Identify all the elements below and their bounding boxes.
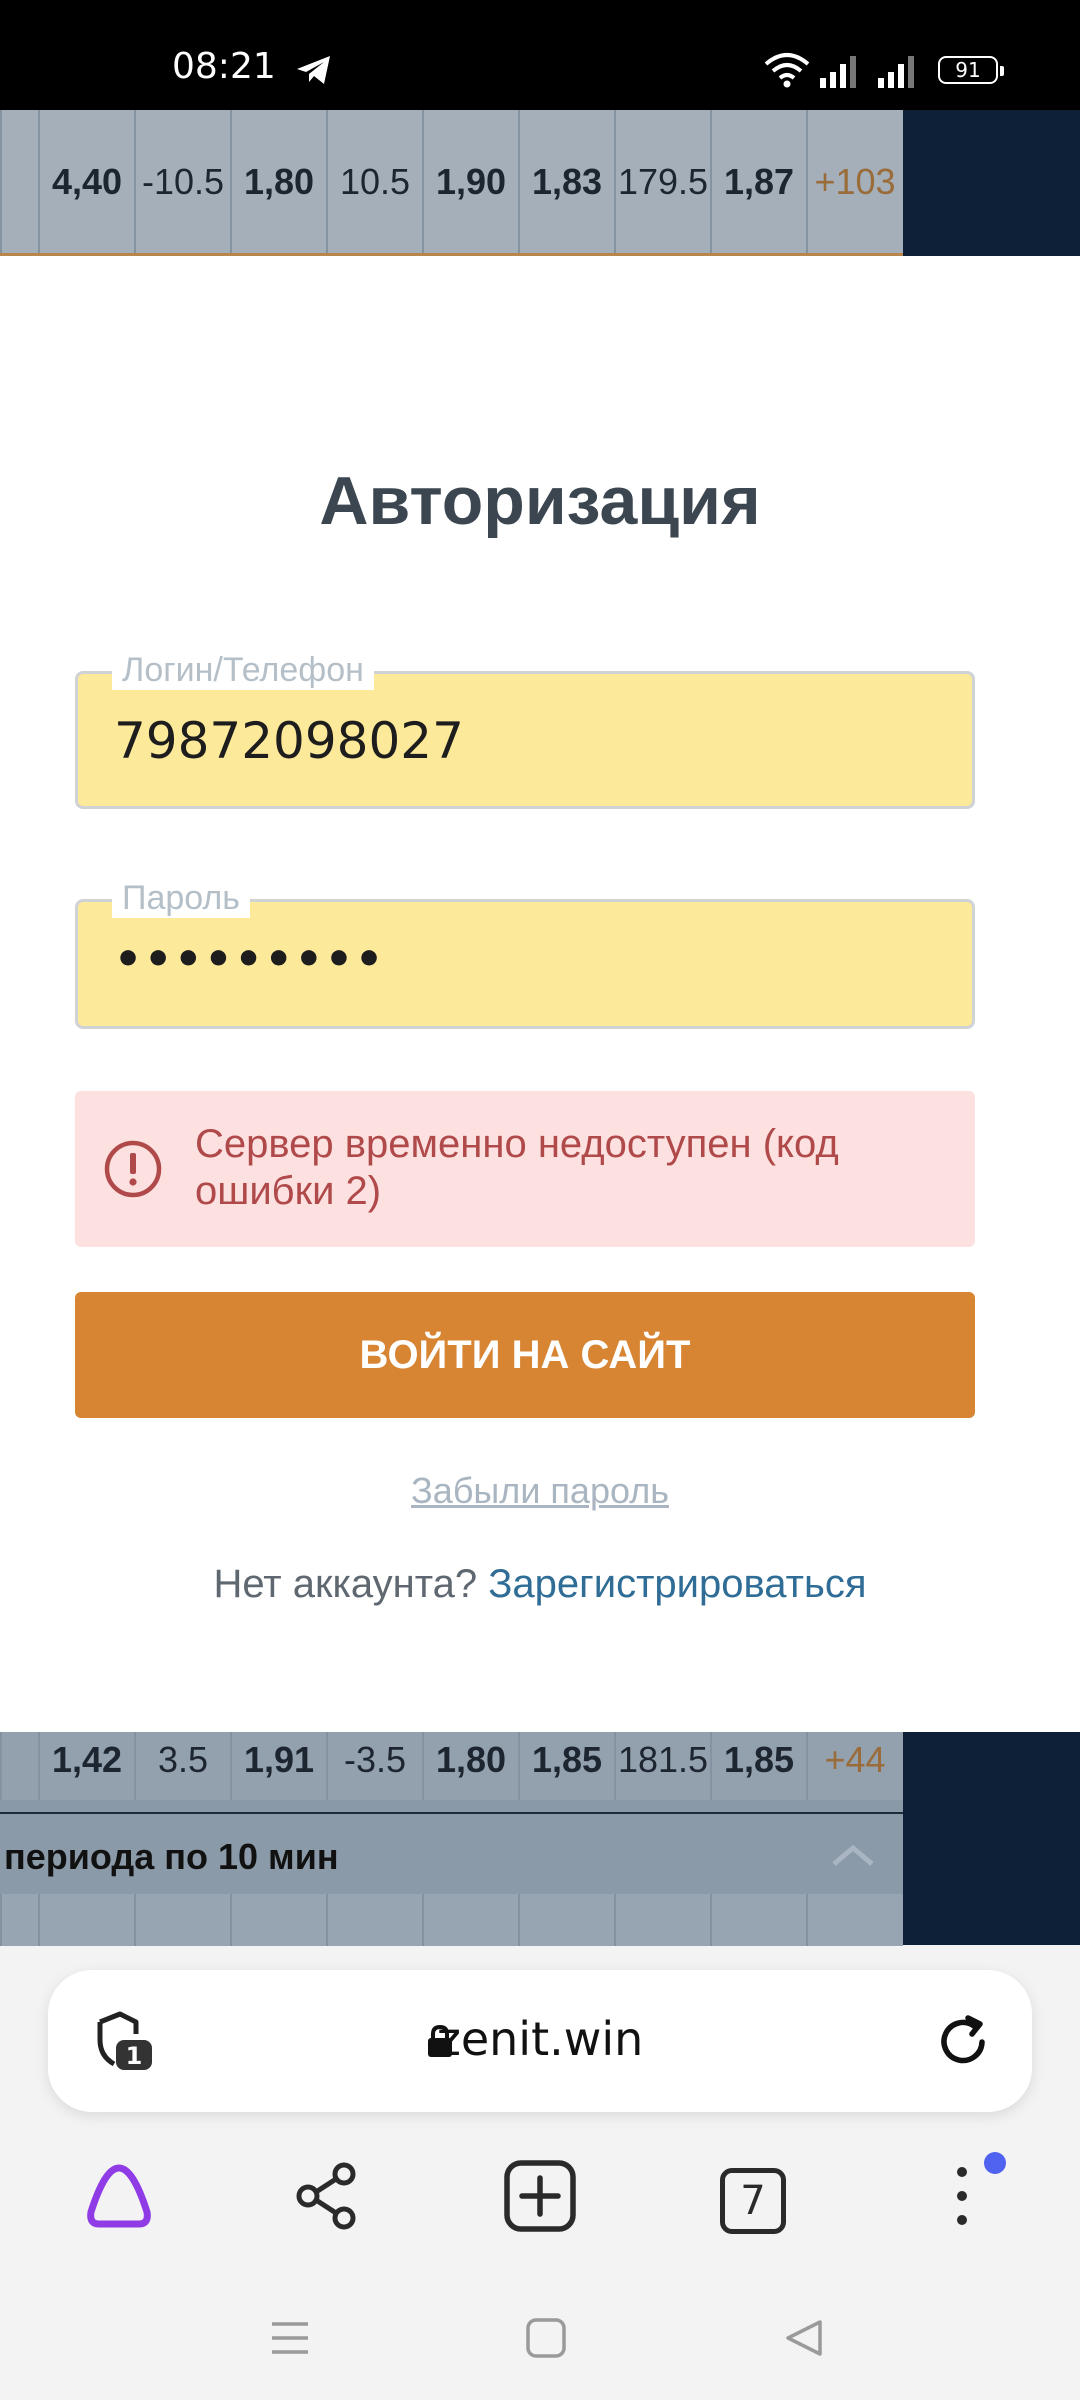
odds-cell[interactable]: 1,42 xyxy=(38,1720,134,1800)
login-field-value[interactable]: 79872098027 xyxy=(114,712,464,770)
recents-icon[interactable] xyxy=(268,2316,312,2360)
odds-cell xyxy=(38,1894,134,1946)
tabs-count-button[interactable]: 7 xyxy=(720,2168,786,2234)
chevron-up-icon[interactable] xyxy=(830,1840,876,1870)
forgot-password-link[interactable]: Забыли пароль xyxy=(411,1470,669,1511)
notification-dot xyxy=(984,2152,1006,2174)
odds-cell[interactable]: 1,90 xyxy=(422,110,518,253)
odds-cell: 179.5 xyxy=(614,110,710,253)
period-label: периода по 10 мин xyxy=(4,1836,339,1877)
share-icon[interactable] xyxy=(290,2158,366,2234)
battery-icon: 91 xyxy=(938,56,1004,84)
odds-cell xyxy=(326,1894,422,1946)
modal-title: Авторизация xyxy=(319,463,761,539)
status-bar: 08:21 91 xyxy=(0,0,1080,110)
password-field-label: Пароль xyxy=(112,878,250,918)
alice-assistant-icon[interactable] xyxy=(81,2158,157,2234)
reload-icon[interactable] xyxy=(934,2012,992,2070)
new-tab-icon[interactable] xyxy=(502,2158,578,2234)
signal-icon xyxy=(878,56,914,88)
status-time: 08:21 xyxy=(172,46,276,87)
odds-cell xyxy=(518,1894,614,1946)
odds-cell xyxy=(422,1894,518,1946)
odds-row-partial xyxy=(0,1894,903,1946)
odds-cell[interactable]: +103 xyxy=(806,110,902,253)
odds-cell xyxy=(134,1894,230,1946)
login-field[interactable]: Логин/Телефон 79872098027 xyxy=(75,650,975,809)
url-text[interactable]: zenit.win xyxy=(48,2012,1032,2066)
login-field-label: Логин/Телефон xyxy=(112,650,374,690)
odds-cell[interactable]: 1,91 xyxy=(230,1720,326,1800)
odds-row-top: 4,40 -10.5 1,80 10.5 1,90 1,83 179.5 1,8… xyxy=(0,110,903,256)
odds-cell: 10.5 xyxy=(326,110,422,253)
odds-cell xyxy=(614,1894,710,1946)
odds-cell[interactable]: 1,87 xyxy=(710,110,806,253)
address-bar[interactable]: 1 zenit.win xyxy=(48,1970,1032,2112)
odds-cell: 3.5 xyxy=(134,1720,230,1800)
register-link[interactable]: Зарегистрироваться xyxy=(488,1562,866,1606)
odds-cell[interactable]: 1,83 xyxy=(518,110,614,253)
odds-cell[interactable]: 1,85 xyxy=(518,1720,614,1800)
odds-cell xyxy=(0,110,38,253)
forgot-password-row: Забыли пароль xyxy=(0,1470,1080,1512)
register-row: Нет аккаунта? Зарегистрироваться xyxy=(0,1562,1080,1607)
odds-cell[interactable]: 1,80 xyxy=(230,110,326,253)
odds-cell: -3.5 xyxy=(326,1720,422,1800)
odds-cell[interactable]: 1,85 xyxy=(710,1720,806,1800)
odds-cell xyxy=(230,1894,326,1946)
login-submit-button[interactable]: ВОЙТИ НА САЙТ xyxy=(75,1292,975,1418)
home-icon[interactable] xyxy=(524,2316,568,2360)
odds-row-bottom: 1,42 3.5 1,91 -3.5 1,80 1,85 181.5 1,85 … xyxy=(0,1720,903,1800)
error-message: Сервер временно недоступен (код ошибки 2… xyxy=(195,1122,839,1213)
odds-cell[interactable]: +44 xyxy=(806,1720,902,1800)
odds-cell xyxy=(710,1894,806,1946)
period-section-header[interactable]: периода по 10 мин xyxy=(0,1812,903,1894)
browser-toolbar: 1 zenit.win 7 xyxy=(0,1946,1080,2400)
odds-cell xyxy=(0,1894,38,1946)
odds-cell[interactable]: 4,40 xyxy=(38,110,134,253)
back-icon[interactable] xyxy=(782,2316,826,2360)
signal-icon xyxy=(820,56,856,88)
odds-cell: 181.5 xyxy=(614,1720,710,1800)
alert-circle-icon xyxy=(104,1140,162,1198)
login-modal: Авторизация Логин/Телефон 79872098027 Па… xyxy=(0,256,1080,1732)
odds-cell[interactable]: 1,80 xyxy=(422,1720,518,1800)
odds-cell xyxy=(0,1720,38,1800)
no-account-text: Нет аккаунта? xyxy=(213,1562,478,1606)
telegram-icon xyxy=(297,56,330,84)
wifi-icon xyxy=(764,53,810,88)
error-alert: Сервер временно недоступен (код ошибки 2… xyxy=(75,1091,975,1247)
password-field[interactable]: Пароль ••••••••• xyxy=(75,878,975,1029)
odds-cell: -10.5 xyxy=(134,110,230,253)
odds-cell xyxy=(806,1894,902,1946)
password-field-value[interactable]: ••••••••• xyxy=(114,934,385,985)
